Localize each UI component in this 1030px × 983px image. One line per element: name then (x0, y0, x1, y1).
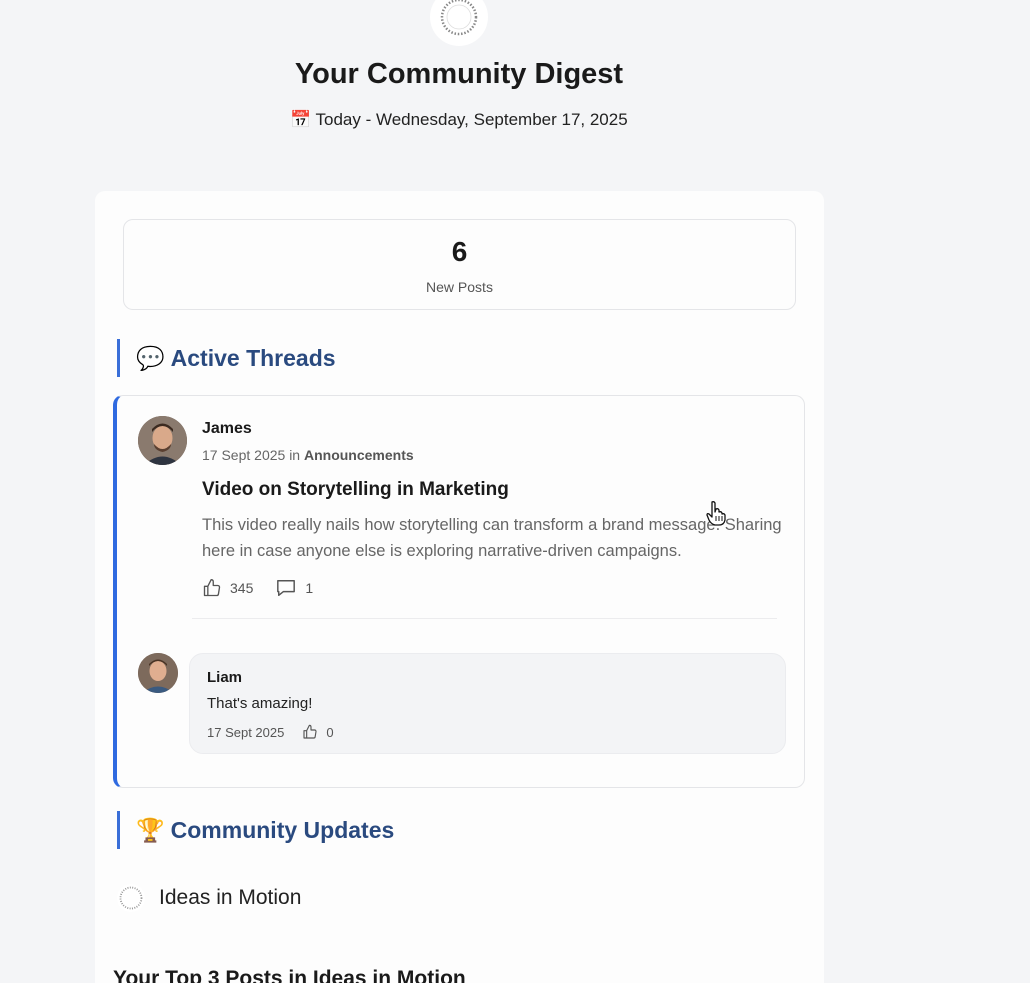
person-avatar-icon (138, 653, 178, 693)
reply-like-count: 0 (326, 724, 334, 740)
new-posts-stat: 6 New Posts (123, 219, 796, 310)
thumbs-up-icon (203, 579, 221, 597)
like-button[interactable]: 345 (202, 578, 253, 598)
reply-card[interactable]: Liam That's amazing! 17 Sept 2025 0 (189, 653, 786, 754)
comment-icon (277, 580, 296, 596)
post-body: This video really nails how storytelling… (202, 516, 782, 560)
post-author[interactable]: James (202, 420, 252, 438)
post-meta: 17 Sept 2025 in Announcements (202, 447, 414, 463)
community-updates-title: Community Updates (170, 816, 395, 843)
speech-bubble-icon: 💬 (136, 344, 165, 371)
liam-avatar[interactable] (138, 653, 178, 693)
digest-page: Your Community Digest 📅 Today - Wednesday… (0, 0, 1030, 983)
active-threads-title: Active Threads (170, 344, 336, 371)
james-avatar[interactable] (138, 416, 187, 465)
reply-text: That's amazing! (207, 695, 313, 712)
hand-pointer-cursor-icon (705, 500, 727, 531)
post-category-link[interactable]: Announcements (304, 447, 414, 463)
community-logo (430, 0, 488, 46)
thread-card[interactable]: James 17 Sept 2025 in Announcements Vide… (113, 395, 805, 788)
digest-card: 6 New Posts 💬 Active Threads James 17 Se… (95, 191, 824, 983)
like-count: 345 (230, 580, 254, 596)
circular-text-logo-icon (440, 0, 478, 36)
community-name[interactable]: Ideas in Motion (159, 886, 301, 910)
comment-button[interactable]: 1 (275, 578, 313, 598)
digest-date: 📅 Today - Wednesday, September 17, 2025 (0, 110, 918, 130)
trophy-icon: 🏆 (136, 816, 165, 843)
reply-meta: 17 Sept 2025 0 (207, 724, 334, 740)
page-title: Your Community Digest (294, 58, 624, 90)
new-posts-label: New Posts (426, 279, 493, 295)
post-reactions: 345 1 (202, 578, 335, 598)
post-date: 17 Sept 2025 (202, 447, 286, 463)
post-title[interactable]: Video on Storytelling in Marketing (202, 479, 509, 501)
calendar-icon: 📅 (290, 110, 312, 129)
new-posts-count: 6 (451, 236, 468, 267)
active-threads-heading: 💬 Active Threads (117, 339, 336, 377)
top-posts-heading: Your Top 3 Posts in Ideas in Motion (113, 967, 466, 983)
comment-count: 1 (305, 580, 314, 596)
reply-date: 17 Sept 2025 (207, 724, 285, 740)
community-item[interactable]: Ideas in Motion (117, 884, 301, 912)
thread-divider (192, 618, 777, 619)
community-logo-small (117, 884, 145, 912)
thumbs-up-icon (303, 724, 317, 739)
reply-author[interactable]: Liam (207, 669, 242, 686)
date-text: Today - Wednesday, September 17, 2025 (315, 110, 628, 129)
community-updates-heading: 🏆 Community Updates (117, 811, 394, 849)
post-in-text: in (289, 447, 301, 463)
person-avatar-icon (138, 416, 187, 465)
circular-text-logo-icon (119, 886, 143, 910)
reply-like-button[interactable]: 0 (302, 724, 334, 740)
